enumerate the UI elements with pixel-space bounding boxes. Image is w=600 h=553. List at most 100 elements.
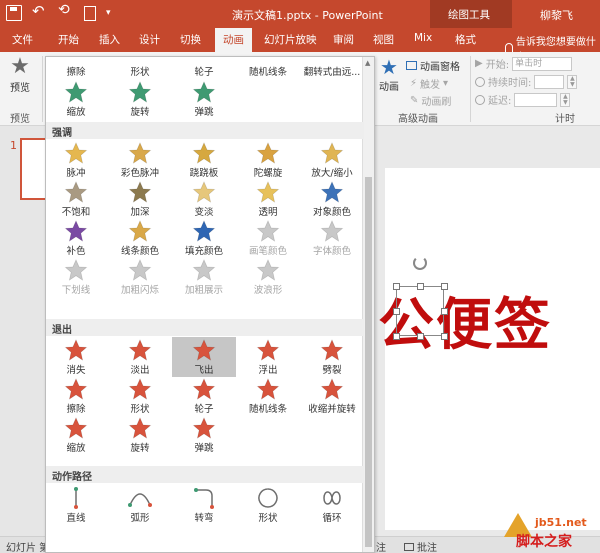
gallery-effect-motion[interactable]: 弧形 (108, 485, 172, 525)
exit-star-icon (256, 378, 280, 400)
resize-handle[interactable] (393, 283, 400, 290)
comments-button[interactable]: 批注 (404, 539, 437, 553)
tab-animations[interactable]: 动画 (215, 28, 252, 53)
gallery-effect-exit[interactable]: 浮出 (236, 337, 300, 377)
gallery-effect-emphasis[interactable]: 填充颜色 (172, 218, 236, 258)
gallery-effect-exit[interactable]: 消失 (46, 337, 108, 377)
slide-thumbnail[interactable] (20, 138, 48, 200)
tab-format[interactable]: 格式 (455, 32, 476, 47)
resize-handle[interactable] (417, 333, 424, 340)
gallery-effect-motion[interactable]: 循环 (300, 485, 364, 525)
animation-pane-button[interactable]: 动画窗格 (406, 58, 460, 73)
tab-view[interactable]: 视图 (373, 32, 394, 47)
comment-icon (404, 542, 414, 551)
delay-input[interactable] (514, 92, 558, 107)
gallery-effect-entrance[interactable]: 缩放 (46, 79, 108, 119)
gallery-effect-exit[interactable]: 旋转 (108, 415, 172, 455)
gallery-effect-entrance[interactable]: 随机线条 (236, 64, 300, 78)
gallery-effect-exit[interactable]: 轮子 (172, 376, 236, 416)
customize-qat-button[interactable]: ▾ (106, 8, 111, 18)
gallery-effect-motion[interactable]: 直线 (46, 485, 108, 525)
start-dropdown[interactable]: 单击时 (512, 56, 573, 71)
gallery-effect-emphasis[interactable]: 透明 (236, 179, 300, 219)
add-animation-button[interactable]: ★ 动画 (374, 56, 404, 93)
exit-star-icon (128, 417, 152, 439)
gallery-effect-exit[interactable]: 弹跳 (172, 415, 236, 455)
exit-star-icon (256, 339, 280, 361)
scroll-thumb[interactable] (365, 177, 372, 547)
tab-review[interactable]: 审阅 (333, 32, 354, 47)
gallery-effect-motion[interactable]: 形状 (236, 485, 300, 525)
gallery-effect-exit[interactable]: 形状 (108, 376, 172, 416)
trigger-button[interactable]: ⚡ 触发 ▾ (410, 76, 448, 91)
gallery-effect-entrance[interactable]: 轮子 (172, 64, 236, 78)
gallery-effect-emphasis[interactable]: 跷跷板 (172, 140, 236, 180)
gallery-effect-entrance[interactable]: 擦除 (46, 64, 108, 78)
gallery-effect-exit[interactable]: 随机线条 (236, 376, 300, 416)
gallery-effect-motion[interactable]: 转弯 (172, 485, 236, 525)
trigger-bolt-icon: ⚡ (410, 78, 418, 89)
clock-icon (475, 94, 485, 105)
resize-handle[interactable] (441, 308, 448, 315)
resize-handle[interactable] (417, 283, 424, 290)
animation-painter-button[interactable]: ✎ 动画刷 (410, 93, 451, 108)
gallery-effect-exit[interactable]: 收缩并旋转 (300, 376, 364, 416)
delay-spinner[interactable]: ▲ ▼ (560, 92, 571, 107)
tab-design[interactable]: 设计 (139, 32, 160, 47)
resize-handle[interactable] (393, 333, 400, 340)
resize-handle[interactable] (441, 333, 448, 340)
drawing-tools-label: 绘图工具 (448, 9, 490, 21)
gallery-effect-emphasis[interactable]: 不饱和 (46, 179, 108, 219)
gallery-effect-emphasis[interactable]: 变淡 (172, 179, 236, 219)
brush-icon: ✎ (410, 95, 419, 106)
resize-handle[interactable] (441, 283, 448, 290)
add-animation-label: 动画 (379, 82, 399, 93)
effect-label: 收缩并旋转 (308, 404, 356, 415)
gallery-effect-emphasis[interactable]: 线条颜色 (108, 218, 172, 258)
notes-button[interactable]: 注 (376, 539, 386, 553)
gallery-effect-emphasis: 波浪形 (236, 257, 300, 297)
tab-file[interactable]: 文件 (12, 32, 33, 47)
rotate-handle[interactable] (413, 256, 427, 270)
duration-row: 持续时间: ▲ ▼ (475, 74, 578, 89)
gallery-effect-emphasis[interactable]: 彩色脉冲 (108, 140, 172, 180)
gallery-effect-emphasis: 字体颜色 (300, 218, 364, 258)
user-name[interactable]: 柳黎飞 (540, 7, 573, 23)
gallery-effect-emphasis[interactable]: 放大/缩小 (300, 140, 364, 180)
undo-icon[interactable] (32, 2, 48, 21)
save-icon[interactable] (6, 5, 22, 21)
gallery-effect-exit[interactable]: 擦除 (46, 376, 108, 416)
gallery-effect-entrance[interactable]: 弹跳 (172, 79, 236, 119)
gallery-effect-exit[interactable]: 淡出 (108, 337, 172, 377)
scroll-up-icon[interactable]: ▲ (365, 59, 370, 67)
new-document-icon[interactable] (84, 5, 96, 21)
gallery-effect-emphasis[interactable]: 对象颜色 (300, 179, 364, 219)
gallery-effect-emphasis[interactable]: 加深 (108, 179, 172, 219)
resize-handle[interactable] (393, 308, 400, 315)
tab-insert[interactable]: 插入 (99, 32, 120, 47)
repeat-icon[interactable] (58, 2, 74, 21)
tab-slideshow[interactable]: 幻灯片放映 (264, 32, 317, 47)
tab-home[interactable]: 开始 (58, 32, 79, 47)
gallery-effect-entrance[interactable]: 形状 (108, 64, 172, 78)
selection-box[interactable] (393, 283, 448, 340)
timing-group-label: 计时 (555, 114, 575, 125)
tab-mix[interactable]: Mix (414, 32, 432, 44)
gallery-effect-emphasis[interactable]: 陀螺旋 (236, 140, 300, 180)
group-divider (470, 56, 471, 122)
duration-spinner[interactable]: ▲ ▼ (567, 74, 578, 89)
gallery-effect-entrance[interactable]: 旋转 (108, 79, 172, 119)
gallery-effect-emphasis[interactable]: 脉冲 (46, 140, 108, 180)
gallery-effect-exit[interactable]: 缩放 (46, 415, 108, 455)
preview-button[interactable]: ★ 预览 (4, 55, 36, 95)
emphasis-star-icon (256, 142, 280, 164)
gallery-effect-exit[interactable]: 飞出 (172, 337, 236, 377)
gallery-effect-emphasis[interactable]: 补色 (46, 218, 108, 258)
gallery-effect-emphasis: 下划线 (46, 257, 108, 297)
duration-input[interactable] (534, 74, 565, 89)
effect-label: 劈裂 (322, 365, 342, 376)
tab-transitions[interactable]: 切换 (180, 32, 201, 47)
gallery-effect-entrance[interactable]: 翻转式由远... (300, 64, 364, 78)
effect-label: 消失 (66, 365, 86, 376)
gallery-effect-exit[interactable]: 劈裂 (300, 337, 364, 377)
